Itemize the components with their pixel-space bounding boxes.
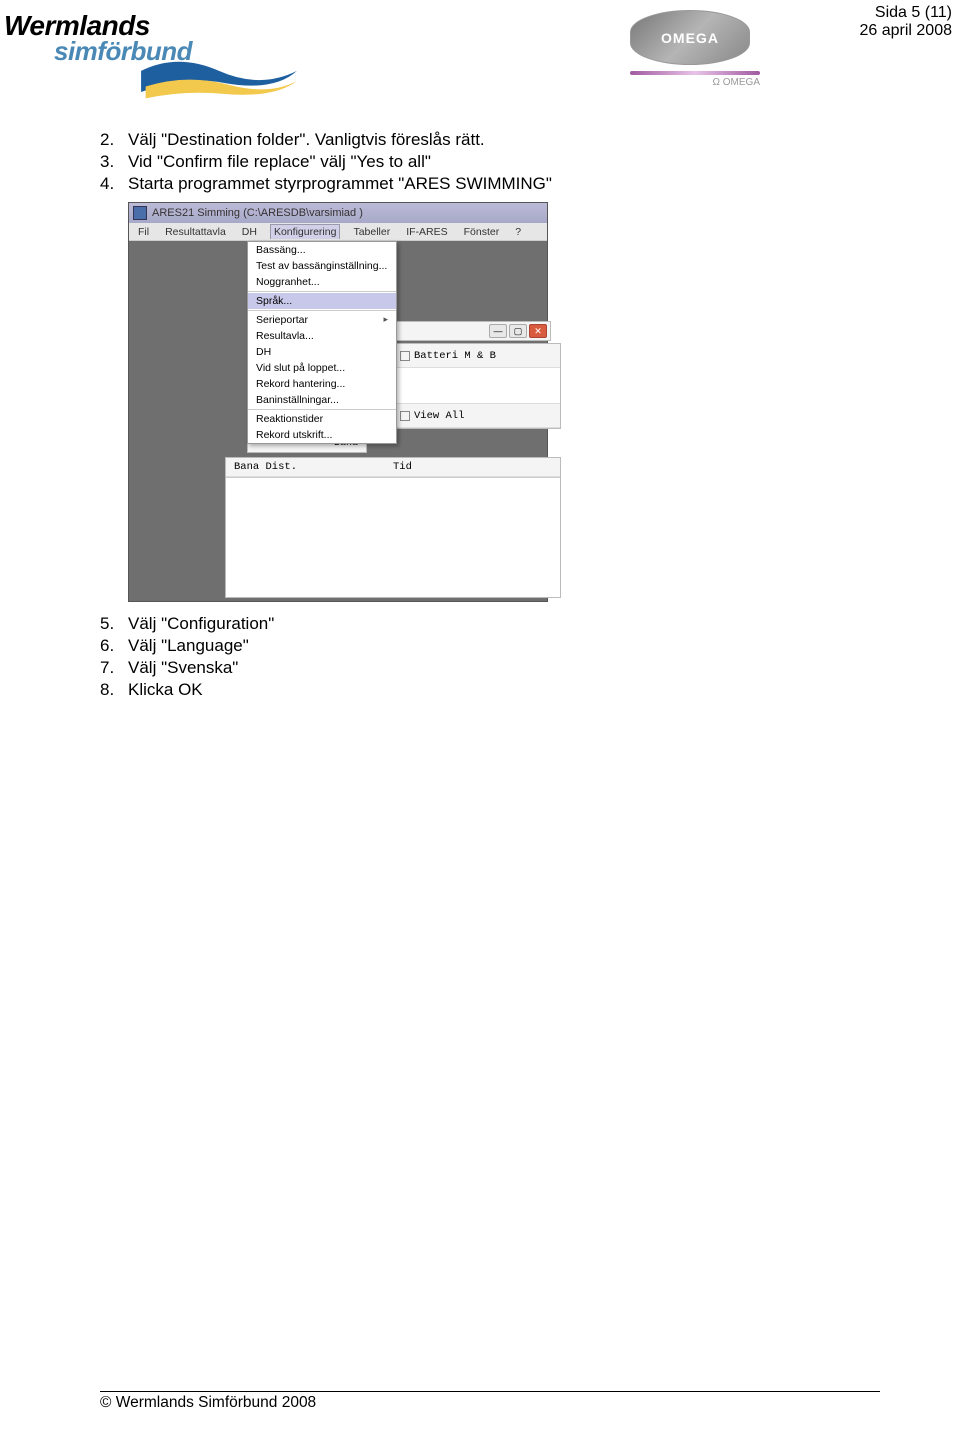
menu-item-test-bassang[interactable]: Test av bassänginställning...	[248, 258, 396, 274]
step-number: 6.	[100, 636, 128, 656]
step-text: Välj "Destination folder". Vanligtvis fö…	[128, 130, 485, 150]
menu-konfigurering[interactable]: Konfigurering	[270, 224, 340, 239]
menu-fonster[interactable]: Fönster	[461, 225, 503, 239]
menu-if-ares[interactable]: IF-ARES	[403, 225, 450, 239]
app-icon	[133, 206, 147, 220]
menu-dh[interactable]: DH	[239, 225, 260, 239]
inner-window-controls: — ▢ ✕	[391, 321, 551, 341]
maximize-button[interactable]: ▢	[509, 324, 527, 338]
col-bana-dist: Bana Dist.	[234, 461, 393, 473]
menu-separator	[248, 310, 396, 311]
omega-logo: OMEGA Ω OMEGA	[630, 10, 760, 90]
inner-table: Bana Dist. Tid	[225, 457, 561, 598]
step-text: Klicka OK	[128, 680, 203, 700]
menu-item-rekord-utskrift[interactable]: Rekord utskrift...	[248, 427, 396, 443]
step-6: 6. Välj "Language"	[100, 636, 880, 656]
batteri-row: Batteri M & B	[392, 344, 560, 368]
step-text: Välj "Language"	[128, 636, 249, 656]
step-number: 3.	[100, 152, 128, 172]
page-footer: © Wermlands Simförbund 2008	[100, 1391, 880, 1412]
step-number: 4.	[100, 174, 128, 194]
menu-help[interactable]: ?	[512, 225, 524, 239]
wave-icon	[134, 48, 304, 103]
step-number: 7.	[100, 658, 128, 678]
inner-panel: Batteri M & B View All	[391, 343, 561, 429]
step-number: 8.	[100, 680, 128, 700]
step-text: Välj "Configuration"	[128, 614, 274, 634]
step-text: Välj "Svenska"	[128, 658, 238, 678]
brand-logo: Wermlands simförbund	[4, 10, 304, 67]
omega-badge: OMEGA	[630, 10, 750, 65]
content: 2. Välj "Destination folder". Vanligtvis…	[100, 130, 880, 702]
table-body-empty	[226, 477, 560, 597]
omega-sublabel: Ω OMEGA	[630, 77, 760, 88]
step-number: 2.	[100, 130, 128, 150]
step-5: 5. Välj "Configuration"	[100, 614, 880, 634]
step-7: 7. Välj "Svenska"	[100, 658, 880, 678]
minimize-button[interactable]: —	[489, 324, 507, 338]
close-button[interactable]: ✕	[529, 324, 547, 338]
menu-separator	[248, 409, 396, 410]
menu-fil[interactable]: Fil	[135, 225, 152, 239]
menu-item-vid-slut[interactable]: Vid slut på loppet...	[248, 360, 396, 376]
konfigurering-dropdown: Bassäng... Test av bassänginställning...…	[247, 241, 397, 444]
col-tid: Tid	[393, 461, 552, 473]
step-2: 2. Välj "Destination folder". Vanligtvis…	[100, 130, 880, 150]
app-titlebar: ARES21 Simming (C:\ARESDB\varsimiad )	[129, 203, 547, 223]
menu-item-baninstallningar[interactable]: Baninställningar...	[248, 392, 396, 408]
menu-item-dh[interactable]: DH	[248, 344, 396, 360]
menu-item-resultavla[interactable]: Resultavla...	[248, 328, 396, 344]
menu-tabeller[interactable]: Tabeller	[350, 225, 393, 239]
footer-text: © Wermlands Simförbund 2008	[100, 1394, 316, 1411]
batteri-label: Batteri M & B	[414, 350, 496, 362]
blank-row	[392, 368, 560, 404]
app-menubar: Fil Resultattavla DH Konfigurering Tabel…	[129, 223, 547, 241]
step-number: 5.	[100, 614, 128, 634]
page-number: Sida 5 (11)	[859, 4, 952, 22]
page-meta: Sida 5 (11) 26 april 2008	[859, 4, 952, 40]
menu-item-serieportar[interactable]: Serieportar	[248, 312, 396, 328]
menu-item-bassang[interactable]: Bassäng...	[248, 242, 396, 258]
omega-divider	[630, 71, 760, 75]
menu-item-reaktionstider[interactable]: Reaktionstider	[248, 411, 396, 427]
app-title: ARES21 Simming (C:\ARESDB\varsimiad )	[152, 207, 363, 219]
menu-resultattavla[interactable]: Resultattavla	[162, 225, 229, 239]
page-header: Wermlands simförbund OMEGA Ω OMEGA Sida …	[0, 0, 960, 100]
menu-item-noggranhet[interactable]: Noggranhet...	[248, 274, 396, 290]
viewall-label: View All	[414, 410, 464, 422]
step-text: Vid "Confirm file replace" välj "Yes to …	[128, 152, 431, 172]
page-date: 26 april 2008	[859, 22, 952, 40]
menu-separator	[248, 291, 396, 292]
step-4: 4. Starta programmet styrprogrammet "ARE…	[100, 174, 880, 194]
step-8: 8. Klicka OK	[100, 680, 880, 700]
menu-item-rekord-hantering[interactable]: Rekord hantering...	[248, 376, 396, 392]
table-header: Bana Dist. Tid	[226, 458, 560, 477]
checkbox-icon[interactable]	[400, 351, 410, 361]
menu-item-sprak[interactable]: Språk...	[248, 293, 396, 309]
embedded-screenshot: ARES21 Simming (C:\ARESDB\varsimiad ) Fi…	[128, 202, 548, 602]
viewall-row: View All	[392, 404, 560, 428]
step-text: Starta programmet styrprogrammet "ARES S…	[128, 174, 552, 194]
step-3: 3. Vid "Confirm file replace" välj "Yes …	[100, 152, 880, 172]
checkbox-icon[interactable]	[400, 411, 410, 421]
